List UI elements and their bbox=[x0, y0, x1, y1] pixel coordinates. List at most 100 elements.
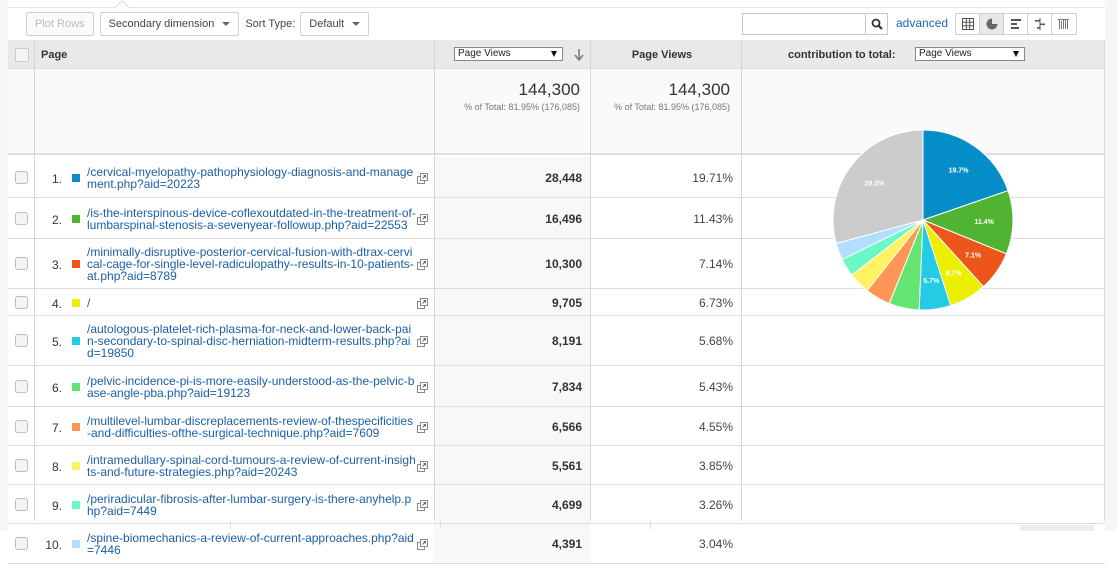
row-checkbox[interactable] bbox=[15, 296, 28, 309]
page-views-value: 6,566 bbox=[551, 420, 582, 434]
pie-slice-label: 29.2% bbox=[865, 180, 886, 187]
pagination-divider bbox=[650, 521, 651, 529]
external-link-icon[interactable] bbox=[417, 173, 428, 184]
search-icon bbox=[871, 18, 883, 30]
search-input[interactable] bbox=[743, 14, 865, 34]
row-number: 4. bbox=[51, 297, 62, 311]
footer-control[interactable] bbox=[1020, 525, 1094, 531]
page-link[interactable]: /spine-biomechanics-a-review-of-current-… bbox=[87, 532, 417, 556]
view-performance-button[interactable] bbox=[1004, 14, 1028, 34]
row-number: 3. bbox=[51, 258, 62, 272]
external-link-icon[interactable] bbox=[417, 382, 428, 393]
column-divider bbox=[34, 40, 35, 521]
sort-type-dropdown[interactable]: Default bbox=[300, 12, 370, 36]
series-color-swatch bbox=[72, 423, 80, 431]
contribution-label: contribution to total: bbox=[788, 49, 896, 61]
series-color-swatch bbox=[72, 299, 80, 307]
column-divider bbox=[590, 40, 591, 521]
row-number: 1. bbox=[51, 172, 62, 186]
primary-metric-select[interactable]: Page Views bbox=[454, 47, 563, 61]
total-page-views-2: 144,300 bbox=[668, 80, 730, 99]
table-toolbar: Plot Rows Secondary dimension Sort Type:… bbox=[26, 11, 370, 37]
secondary-dimension-dropdown[interactable]: Secondary dimension bbox=[99, 12, 240, 36]
percent-value: 4.55% bbox=[698, 420, 733, 434]
external-link-icon[interactable] bbox=[417, 298, 428, 309]
contribution-metric-value: Page Views bbox=[919, 48, 972, 59]
row-checkbox[interactable] bbox=[15, 334, 28, 347]
top-divider bbox=[8, 7, 1105, 8]
percent-value: 3.04% bbox=[698, 537, 733, 551]
pie-slice-label: 6.7% bbox=[946, 270, 963, 277]
chevron-down-icon bbox=[352, 22, 361, 26]
data-table-icon bbox=[961, 18, 974, 30]
plot-rows-button[interactable]: Plot Rows bbox=[26, 12, 94, 36]
percent-value: 3.85% bbox=[698, 459, 733, 473]
sort-descending-icon[interactable] bbox=[574, 49, 584, 61]
view-comparison-button[interactable] bbox=[1028, 14, 1052, 34]
row-checkbox[interactable] bbox=[15, 537, 28, 550]
page-link[interactable]: /is-the-interspinous-device-coflexoutdat… bbox=[87, 207, 417, 231]
view-data-table-button[interactable] bbox=[956, 14, 980, 34]
external-link-icon[interactable] bbox=[417, 422, 428, 433]
row-checkbox[interactable] bbox=[15, 498, 28, 511]
page-link[interactable]: /multilevel-lumbar-discreplacements-revi… bbox=[87, 415, 417, 439]
page-link[interactable]: / bbox=[87, 297, 417, 309]
external-link-icon[interactable] bbox=[417, 461, 428, 472]
table-row: 5. /autologous-platelet-rich-plasma-for-n… bbox=[8, 316, 1105, 366]
percent-value: 5.68% bbox=[698, 334, 733, 348]
page-views-value: 7,834 bbox=[551, 380, 582, 394]
advanced-filter-link[interactable]: advanced bbox=[896, 16, 948, 30]
external-link-icon[interactable] bbox=[417, 214, 428, 225]
page-link[interactable]: /cervical-myelopathy-pathophysiology-dia… bbox=[87, 166, 417, 190]
external-link-icon[interactable] bbox=[417, 500, 428, 511]
series-color-swatch bbox=[72, 174, 80, 182]
page-views-value: 10,300 bbox=[545, 257, 582, 271]
series-color-swatch bbox=[72, 501, 80, 509]
pie-slice-label: 11.4% bbox=[974, 219, 994, 226]
right-margin bbox=[1105, 0, 1117, 531]
page-column-header[interactable]: Page bbox=[41, 49, 67, 61]
search-button[interactable] bbox=[865, 14, 887, 34]
row-checkbox[interactable] bbox=[15, 171, 28, 184]
page-views-value: 4,699 bbox=[551, 498, 582, 512]
row-number: 8. bbox=[51, 460, 62, 474]
series-color-swatch bbox=[72, 383, 80, 391]
table-row: 10. /spine-biomechanics-a-review-of-curre… bbox=[8, 524, 1105, 564]
external-link-icon[interactable] bbox=[417, 259, 428, 270]
row-number: 9. bbox=[51, 499, 62, 513]
sort-type-value: Default bbox=[309, 18, 345, 30]
row-checkbox[interactable] bbox=[15, 459, 28, 472]
page-link[interactable]: /minimally-disruptive-posterior-cervical… bbox=[87, 246, 417, 282]
row-number: 6. bbox=[51, 381, 62, 395]
column-divider bbox=[741, 40, 742, 521]
view-term-cloud-button[interactable] bbox=[1052, 14, 1076, 34]
row-checkbox[interactable] bbox=[15, 212, 28, 225]
row-checkbox[interactable] bbox=[15, 420, 28, 433]
page-link[interactable]: /intramedullary-spinal-cord-tumours-a-re… bbox=[87, 454, 417, 478]
contribution-metric-select[interactable]: Page Views bbox=[915, 47, 1025, 61]
external-link-icon[interactable] bbox=[417, 336, 428, 347]
left-margin bbox=[0, 0, 8, 531]
page-link[interactable]: /autologous-platelet-rich-plasma-for-nec… bbox=[87, 323, 417, 359]
term-cloud-icon bbox=[1058, 19, 1069, 29]
performance-bars-icon bbox=[1010, 19, 1021, 29]
series-color-swatch bbox=[72, 215, 80, 223]
page-link[interactable]: /periradicular-fibrosis-after-lumbar-sur… bbox=[87, 493, 417, 517]
percent-value: 5.43% bbox=[698, 380, 733, 394]
percent-value: 7.14% bbox=[698, 257, 733, 271]
view-percentage-button[interactable] bbox=[980, 14, 1004, 34]
page-views-value: 5,561 bbox=[551, 459, 582, 473]
page-views-value: 16,496 bbox=[545, 212, 582, 226]
select-all-checkbox[interactable] bbox=[15, 48, 29, 62]
row-checkbox[interactable] bbox=[15, 380, 28, 393]
row-checkbox[interactable] bbox=[15, 257, 28, 270]
external-link-icon[interactable] bbox=[417, 539, 428, 550]
table-row: 7. /multilevel-lumbar-discreplacements-re… bbox=[8, 407, 1105, 446]
page-views-value: 9,705 bbox=[551, 296, 582, 310]
page-link[interactable]: /pelvic-incidence-pi-is-more-easily-unde… bbox=[87, 375, 417, 399]
total-page-views-1: 144,300 bbox=[518, 80, 580, 99]
row-number: 7. bbox=[51, 421, 62, 435]
page-views-value: 8,191 bbox=[551, 334, 582, 348]
page-views-column-header[interactable]: Page Views bbox=[590, 49, 734, 61]
pagination-divider bbox=[440, 521, 441, 529]
